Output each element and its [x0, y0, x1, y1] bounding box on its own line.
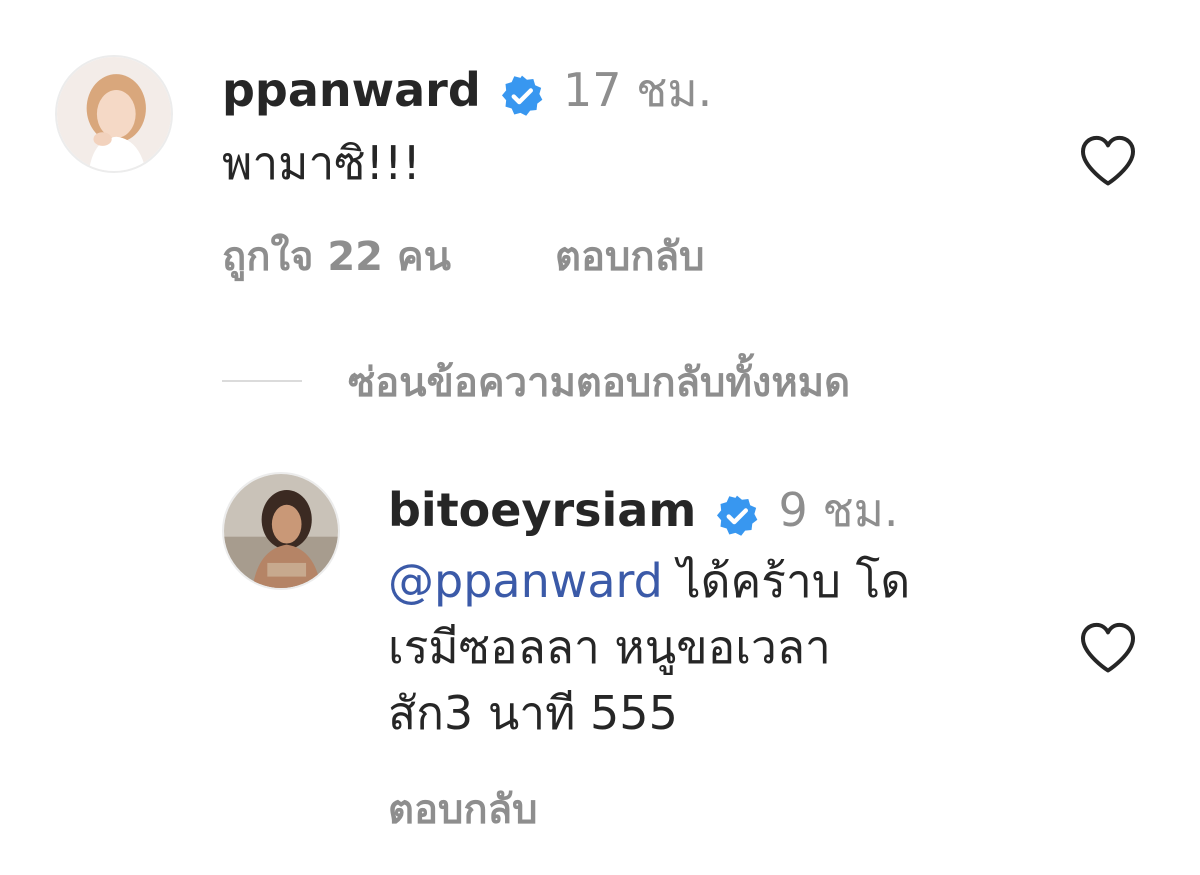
- avatar[interactable]: [222, 472, 340, 590]
- replies-divider: [222, 380, 302, 382]
- reply-text: @ppanward ได้คร้าบ โด เรมีซอลลา หนูขอเวล…: [388, 548, 1048, 746]
- reply-text-line-2: เรมีซอลลา หนูขอเวลา: [388, 620, 831, 674]
- reply-reply-button[interactable]: ตอบกลับ: [388, 785, 538, 835]
- avatar-image: [57, 57, 171, 171]
- reply-text-segment: ได้คร้าบ โด: [662, 554, 911, 608]
- reply-text-line-3: สัก3 นาที 555: [388, 686, 678, 740]
- comment-reply-button[interactable]: ตอบกลับ: [555, 232, 705, 282]
- reply-username[interactable]: bitoeyrsiam: [388, 483, 696, 537]
- verified-badge-icon: [500, 74, 544, 122]
- reply-text-line-1: @ppanward ได้คร้าบ โด: [388, 548, 1048, 614]
- verified-badge-icon: [715, 494, 759, 542]
- avatar-image: [224, 474, 338, 588]
- comment-text: พามาซิ!!!: [222, 136, 421, 190]
- mention-link[interactable]: @ppanward: [388, 554, 663, 608]
- reply-timestamp[interactable]: 9 ชม.: [778, 483, 898, 537]
- like-heart-icon[interactable]: [1078, 133, 1138, 189]
- hide-replies-button[interactable]: ซ่อนข้อความตอบกลับทั้งหมด: [348, 358, 850, 408]
- like-heart-icon[interactable]: [1078, 620, 1138, 676]
- comment-likes-count[interactable]: ถูกใจ 22 คน: [222, 232, 451, 282]
- avatar[interactable]: [55, 55, 173, 173]
- comment-timestamp[interactable]: 17 ชม.: [563, 63, 712, 117]
- comment-username[interactable]: ppanward: [222, 63, 481, 117]
